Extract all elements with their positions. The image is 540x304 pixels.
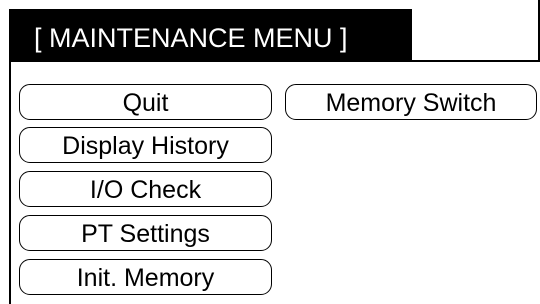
display-history-button[interactable]: Display History <box>19 127 272 163</box>
quit-button[interactable]: Quit <box>19 84 272 120</box>
io-check-button-label: I/O Check <box>89 176 202 204</box>
init-memory-button[interactable]: Init. Memory <box>19 259 272 295</box>
frame-top-border <box>9 60 540 62</box>
memory-switch-button-label: Memory Switch <box>325 89 497 117</box>
display-history-button-label: Display History <box>62 132 229 160</box>
memory-switch-button[interactable]: Memory Switch <box>285 84 537 120</box>
io-check-button[interactable]: I/O Check <box>19 171 272 207</box>
pt-settings-button[interactable]: PT Settings <box>19 215 272 251</box>
frame-left-border <box>9 60 11 304</box>
init-memory-button-label: Init. Memory <box>76 264 215 292</box>
title-bar: [ MAINTENANCE MENU ] <box>9 9 412 60</box>
maintenance-menu-screen: [ MAINTENANCE MENU ] Quit Memory Switch … <box>0 0 540 304</box>
quit-button-label: Quit <box>122 89 169 117</box>
page-title: [ MAINTENANCE MENU ] <box>34 23 348 53</box>
pt-settings-button-label: PT Settings <box>81 220 210 248</box>
